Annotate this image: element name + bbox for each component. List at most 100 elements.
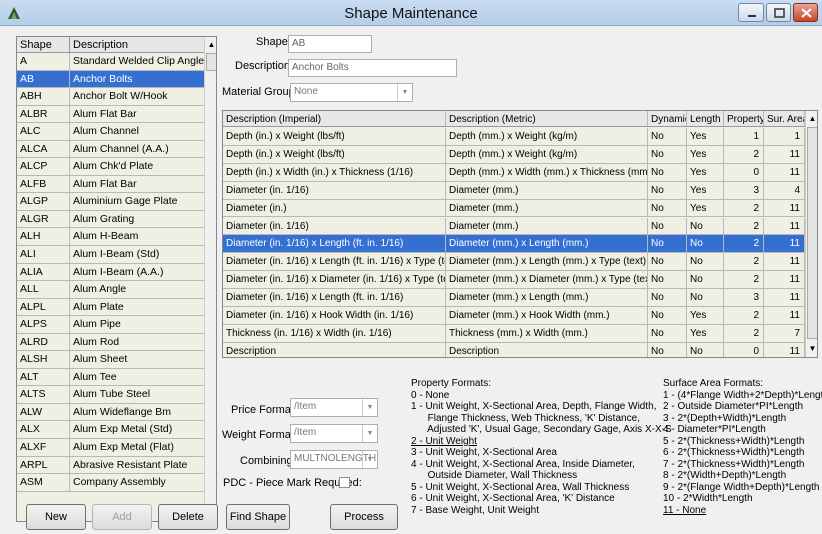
shape-code: ALI <box>20 248 36 261</box>
grid-scroll-up-icon[interactable]: ▲ <box>806 112 817 126</box>
shape-list-row[interactable]: ASM Company Assembly <box>17 474 204 492</box>
dynamic-cell: No <box>648 199 687 217</box>
grid-scroll-down-icon[interactable]: ▼ <box>806 342 817 356</box>
find-shape-button[interactable]: Find Shape <box>226 504 290 530</box>
material-group-label: Material Group: <box>222 86 298 98</box>
sur-area-column-header[interactable]: Sur. Area <box>764 111 805 126</box>
surface-format-line: 10 - 2*Width*Length <box>663 493 753 504</box>
description-input[interactable]: Anchor Bolts <box>288 59 457 77</box>
chevron-down-icon[interactable]: ▼ <box>397 84 412 101</box>
imperial-cell: Description <box>223 342 446 357</box>
shape-list-row[interactable]: ALXF Alum Exp Metal (Flat) <box>17 439 204 457</box>
imperial-cell: Depth (in.) x Width (in.) x Thickness (1… <box>223 163 446 181</box>
price-format-label: Price Format: <box>231 404 298 416</box>
shape-code: ALFB <box>20 177 47 190</box>
shape-list-row[interactable]: ALT Alum Tee <box>17 368 204 387</box>
size-grid[interactable]: Description (Imperial) Description (Metr… <box>222 110 818 358</box>
shape-list-row[interactable]: ALH Alum H-Beam <box>17 228 204 247</box>
shape-description: Alum Tube Steel <box>73 388 151 401</box>
close-button[interactable] <box>793 3 818 22</box>
shape-list-row[interactable]: AB Anchor Bolts <box>17 70 204 89</box>
property-cell: 1 <box>724 128 764 145</box>
grid-row[interactable]: Depth (in.) x Width (in.) x Thickness (1… <box>223 163 805 182</box>
window-title: Shape Maintenance <box>344 5 478 22</box>
maximize-button[interactable] <box>766 3 791 22</box>
metric-cell: Diameter (mm.) <box>446 217 648 235</box>
pdc-checkbox[interactable] <box>339 477 350 488</box>
shape-list-row[interactable]: ALGR Alum Grating <box>17 210 204 229</box>
chevron-down-icon[interactable]: ▼ <box>362 451 377 468</box>
shape-column-header[interactable]: Shape <box>20 39 52 51</box>
shape-list-row[interactable]: ALI Alum I-Beam (Std) <box>17 246 204 264</box>
shape-list-row[interactable]: ALTS Alum Tube Steel <box>17 386 204 404</box>
dynamic-column-header[interactable]: Dynamic <box>648 111 687 126</box>
surface-format-line: 8 - 2*(Width+Depth)*Length <box>663 470 787 481</box>
shape-code: ALXF <box>20 441 47 454</box>
grid-row[interactable]: Diameter (in. 1/16) Diameter (mm.) No Yes 3 4 <box>223 181 805 200</box>
grid-row[interactable]: Diameter (in. 1/16) x Diameter (in. 1/16… <box>223 271 805 290</box>
shape-list-row[interactable]: ALX Alum Exp Metal (Std) <box>17 421 204 440</box>
imperial-cell: Diameter (in. 1/16) x Length (ft. in. 1/… <box>223 253 446 271</box>
shape-list[interactable]: Shape Description A Standard Welded Clip … <box>16 36 217 522</box>
shape-list-row[interactable]: ALPS Alum Pipe <box>17 316 204 334</box>
shape-list-row[interactable]: ALCA Alum Channel (A.A.) <box>17 140 204 159</box>
sur-area-cell: 11 <box>764 253 805 271</box>
shape-list-row[interactable]: ALCP Alum Chk'd Plate <box>17 158 204 176</box>
grid-row[interactable]: Diameter (in.) Diameter (mm.) No Yes 2 11 <box>223 199 805 218</box>
price-format-select[interactable]: /Item ▼ <box>290 398 378 417</box>
chevron-down-icon[interactable]: ▼ <box>362 399 377 416</box>
shape-code: ALC <box>20 125 41 138</box>
scroll-thumb[interactable] <box>206 53 216 71</box>
metric-column-header[interactable]: Description (Metric) <box>446 111 648 126</box>
grid-scrollbar[interactable]: ▲ ▼ <box>805 111 817 357</box>
shape-list-row[interactable]: ALGP Aluminium Gage Plate <box>17 193 204 211</box>
property-cell: 2 <box>724 271 764 289</box>
sur-area-cell: 11 <box>764 163 805 181</box>
scroll-up-icon[interactable]: ▲ <box>205 38 216 52</box>
shape-description: Alum Rod <box>73 335 120 348</box>
new-button[interactable]: New <box>26 504 86 530</box>
shape-input[interactable]: AB <box>288 35 372 53</box>
delete-button[interactable]: Delete <box>158 504 218 530</box>
dynamic-cell: No <box>648 289 687 306</box>
shape-list-row[interactable]: ALW Alum Wideflange Bm <box>17 403 204 422</box>
shape-list-row[interactable]: ALFB Alum Flat Bar <box>17 175 204 194</box>
property-column-header[interactable]: Property <box>724 111 764 126</box>
description-column-header[interactable]: Description <box>73 39 128 51</box>
surface-format-line: 3 - 2*(Depth+Width)*Length <box>663 412 787 424</box>
shape-list-row[interactable]: ALRD Alum Rod <box>17 333 204 352</box>
shape-list-scrollbar[interactable]: ▲ ▼ <box>204 37 216 521</box>
imperial-column-header[interactable]: Description (Imperial) <box>223 111 446 126</box>
shape-list-row[interactable]: ALBR Alum Flat Bar <box>17 105 204 124</box>
shape-list-row[interactable]: ALL Alum Angle <box>17 281 204 299</box>
grid-row[interactable]: Thickness (in. 1/16) x Width (in. 1/16) T… <box>223 324 805 343</box>
grid-row[interactable]: Depth (in.) x Weight (lbs/ft) Depth (mm.)… <box>223 145 805 164</box>
property-format-line: Adjusted 'K', Usual Gage, Secondary Gage… <box>411 424 672 435</box>
shape-list-row[interactable]: ARPL Abrasive Resistant Plate <box>17 456 204 475</box>
add-button[interactable]: Add <box>92 504 152 530</box>
grid-row[interactable]: Diameter (in. 1/16) x Length (ft. in. 1/… <box>223 253 805 272</box>
shape-list-row[interactable]: ABH Anchor Bolt W/Hook <box>17 88 204 106</box>
weight-format-select[interactable]: /Item ▼ <box>290 424 378 443</box>
shape-list-row[interactable]: A Standard Welded Clip Angle <box>17 53 204 71</box>
shape-code: ALPL <box>20 300 46 313</box>
shape-list-row[interactable]: ALC Alum Channel <box>17 123 204 141</box>
grid-row[interactable]: Depth (in.) x Weight (lbs/ft) Depth (mm.)… <box>223 128 805 146</box>
chevron-down-icon[interactable]: ▼ <box>362 425 377 442</box>
shape-list-row[interactable]: ALIA Alum I-Beam (A.A.) <box>17 263 204 282</box>
shape-list-row[interactable]: ALPL Alum Plate <box>17 298 204 317</box>
grid-row[interactable]: Diameter (in. 1/16) x Length (ft. in. 1/… <box>223 235 805 254</box>
minimize-button[interactable] <box>738 3 764 22</box>
grid-row[interactable]: Diameter (in. 1/16) x Length (ft. in. 1/… <box>223 289 805 307</box>
shape-list-rows: A Standard Welded Clip Angle AB Anchor Bolt… <box>17 53 204 492</box>
process-sizes-button[interactable]: Process Sizes <box>330 504 398 530</box>
imperial-cell: Thickness (in. 1/16) x Width (in. 1/16) <box>223 324 446 342</box>
combining-select[interactable]: MULTNOLENGTH ▼ <box>290 450 378 469</box>
length-column-header[interactable]: Length <box>687 111 724 126</box>
grid-row[interactable]: Diameter (in. 1/16) x Hook Width (in. 1/… <box>223 307 805 325</box>
material-group-select[interactable]: None ▼ <box>290 83 413 102</box>
shape-list-row[interactable]: ALSH Alum Sheet <box>17 351 204 369</box>
grid-scroll-thumb[interactable] <box>807 127 817 339</box>
grid-row[interactable]: Description Description No No 0 11 <box>223 342 805 357</box>
grid-row[interactable]: Diameter (in. 1/16) Diameter (mm.) No No 2 11 <box>223 217 805 236</box>
